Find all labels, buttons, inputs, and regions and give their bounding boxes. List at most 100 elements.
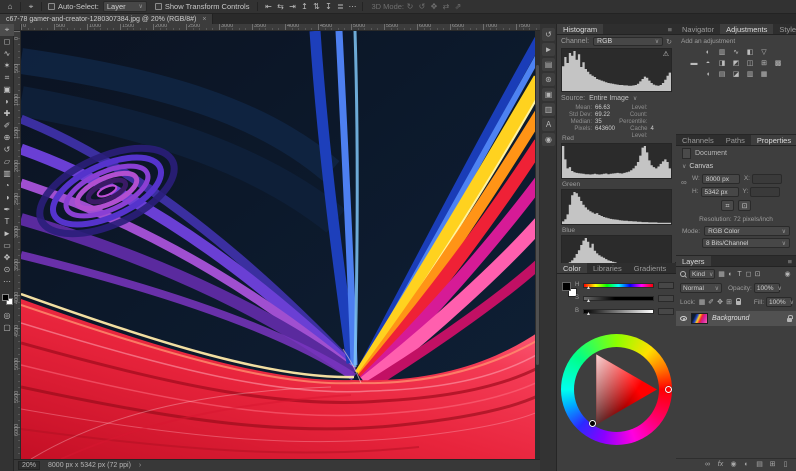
show-transform-checkbox[interactable] [155,3,162,10]
align-middle-vertical-icon[interactable]: ⇅ [310,2,322,11]
align-bottom-icon[interactable]: ↧ [322,2,334,11]
curves-icon[interactable]: ∿ [731,48,742,57]
link-dimensions-icon[interactable]: ∞ [681,178,687,187]
canvas-artwork[interactable] [21,31,540,459]
color-slider-h[interactable]: H▲ [583,282,654,289]
tab-channels[interactable]: Channels [676,135,720,145]
slider-track[interactable]: ▲ [583,283,654,288]
hue-saturation-icon[interactable]: ▬ [689,59,700,68]
document-canvas[interactable] [21,31,540,459]
canvas-section-header[interactable]: ∨Canvas [676,161,796,170]
filter-toggle-icon[interactable]: ◉ [783,270,792,278]
color-slider-b[interactable]: B▲ [583,308,654,315]
clone-stamp-tool[interactable]: ⊕ [0,132,14,144]
screen-mode-icon[interactable]: ▢ [0,322,14,334]
delete-layer-icon[interactable]: ▯ [781,460,790,468]
notes-panel-icon[interactable]: ▥ [542,103,555,116]
3d-scale-icon[interactable]: ⇗ [452,2,464,11]
tab-adjustments[interactable]: Adjustments [720,24,773,34]
color-balance-icon[interactable]: ◓ [703,59,714,68]
lock-artboard-icon[interactable]: ⊞ [725,298,734,306]
hand-tool[interactable]: ✥ [0,252,14,264]
layer-row[interactable]: Background [676,311,796,326]
eraser-tool[interactable]: ▱ [0,156,14,168]
slider-value-field[interactable] [658,282,674,289]
layer-mask-icon[interactable]: ◉ [729,460,738,468]
color-wheel[interactable] [561,334,672,445]
slider-track[interactable]: ▲ [583,309,654,314]
tab-libraries[interactable]: Libraries [587,263,628,273]
align-right-icon[interactable]: ⇥ [286,2,298,11]
auto-select-checkbox[interactable] [48,3,55,10]
threshold-icon[interactable]: ◪ [731,70,742,79]
layer-comps-panel-icon[interactable]: ▣ [542,88,555,101]
mode-dropdown[interactable]: RGB Color ∨ [704,226,790,236]
home-icon[interactable]: ⌂ [4,2,16,11]
fill-field[interactable]: 100% ∨ [766,297,792,307]
foreground-color-swatch[interactable] [562,282,571,291]
edit-toolbar-icon[interactable]: ⋯ [0,276,14,288]
kind-filter-dropdown[interactable]: Kind ∨ [689,269,715,279]
crop-canvas-button[interactable]: ⌗ [721,200,734,211]
cached-data-warning-icon[interactable]: ⚠ [663,50,669,58]
exposure-icon[interactable]: ◧ [745,48,756,57]
rectangle-tool[interactable]: ▭ [0,240,14,252]
color-swatches[interactable] [2,294,13,305]
character-panel-icon[interactable]: A [542,118,555,131]
width-field[interactable]: 8000 px [702,174,740,184]
clone-source-panel-icon[interactable]: ⊛ [542,73,555,86]
filter-type-layers-icon[interactable]: T [735,271,744,278]
gradient-map-icon[interactable]: ▥ [745,70,756,79]
3d-pan-icon[interactable]: ✥ [428,2,440,11]
trim-canvas-button[interactable]: ⊡ [738,200,751,211]
brush-settings-panel-icon[interactable]: ▤ [542,58,555,71]
pen-tool[interactable]: ✒ [0,204,14,216]
filter-smart-objects-icon[interactable]: ⊡ [753,270,762,278]
foreground-color-swatch[interactable] [2,294,9,301]
lasso-tool[interactable]: ∿ [0,48,14,60]
blur-tool[interactable]: ◔ [0,180,14,192]
type-tool[interactable]: T [0,216,14,228]
history-panel-icon[interactable]: ↺ [542,28,555,41]
horizontal-ruler[interactable]: 0500100015002000250030003500400045005000… [21,24,540,31]
new-layer-icon[interactable]: ⊞ [768,460,777,468]
blend-mode-dropdown[interactable]: Normal ∨ [680,283,722,293]
panel-menu-icon[interactable]: ≡ [664,24,676,34]
tab-gradients[interactable]: Gradients [628,263,673,273]
color-slider-s[interactable]: S▲ [583,295,654,302]
align-top-icon[interactable]: ↥ [298,2,310,11]
lock-position-icon[interactable]: ✥ [716,298,725,306]
tab-styles[interactable]: Styles [773,24,796,34]
quick-selection-tool[interactable]: ✶ [0,60,14,72]
close-icon[interactable]: × [202,16,206,23]
opacity-field[interactable]: 100% ∨ [754,283,780,293]
invert-icon[interactable]: ◖ [703,70,714,79]
frame-tool[interactable]: ▣ [0,84,14,96]
filter-pixel-layers-icon[interactable]: ▦ [717,270,726,278]
levels-icon[interactable]: ▥ [717,48,728,57]
selective-color-icon[interactable]: ▦ [759,70,770,79]
3d-orbit-icon[interactable]: ↻ [404,2,416,11]
more-align-options-icon[interactable]: ⋯ [346,2,358,11]
height-field[interactable]: 5342 px [701,187,739,197]
move-tool[interactable]: ⌖ [0,24,14,36]
new-group-icon[interactable]: ▤ [755,460,764,468]
slider-value-field[interactable] [658,295,674,302]
status-chevron-icon[interactable]: › [139,462,141,469]
tab-paths[interactable]: Paths [720,135,751,145]
hue-handle[interactable] [665,386,672,393]
layer-visibility-icon[interactable] [680,316,687,321]
align-left-icon[interactable]: ⇤ [262,2,274,11]
channel-dropdown[interactable]: RGB ∨ [593,37,663,46]
tab-navigator[interactable]: Navigator [676,24,720,34]
document-tab[interactable]: c67-78 gamer-and-creator-1280307384.jpg … [0,14,213,24]
posterize-icon[interactable]: ▤ [717,70,728,79]
quick-mask-icon[interactable]: ◎ [0,310,14,322]
brush-tool[interactable]: ✐ [0,120,14,132]
tab-layers[interactable]: Layers [676,256,711,266]
marquee-tool[interactable]: ◻ [0,36,14,48]
tab-histogram[interactable]: Histogram [557,24,603,34]
black-and-white-icon[interactable]: ◨ [717,59,728,68]
layer-effects-icon[interactable]: fx [716,461,725,468]
3d-slide-icon[interactable]: ⇄ [440,2,452,11]
